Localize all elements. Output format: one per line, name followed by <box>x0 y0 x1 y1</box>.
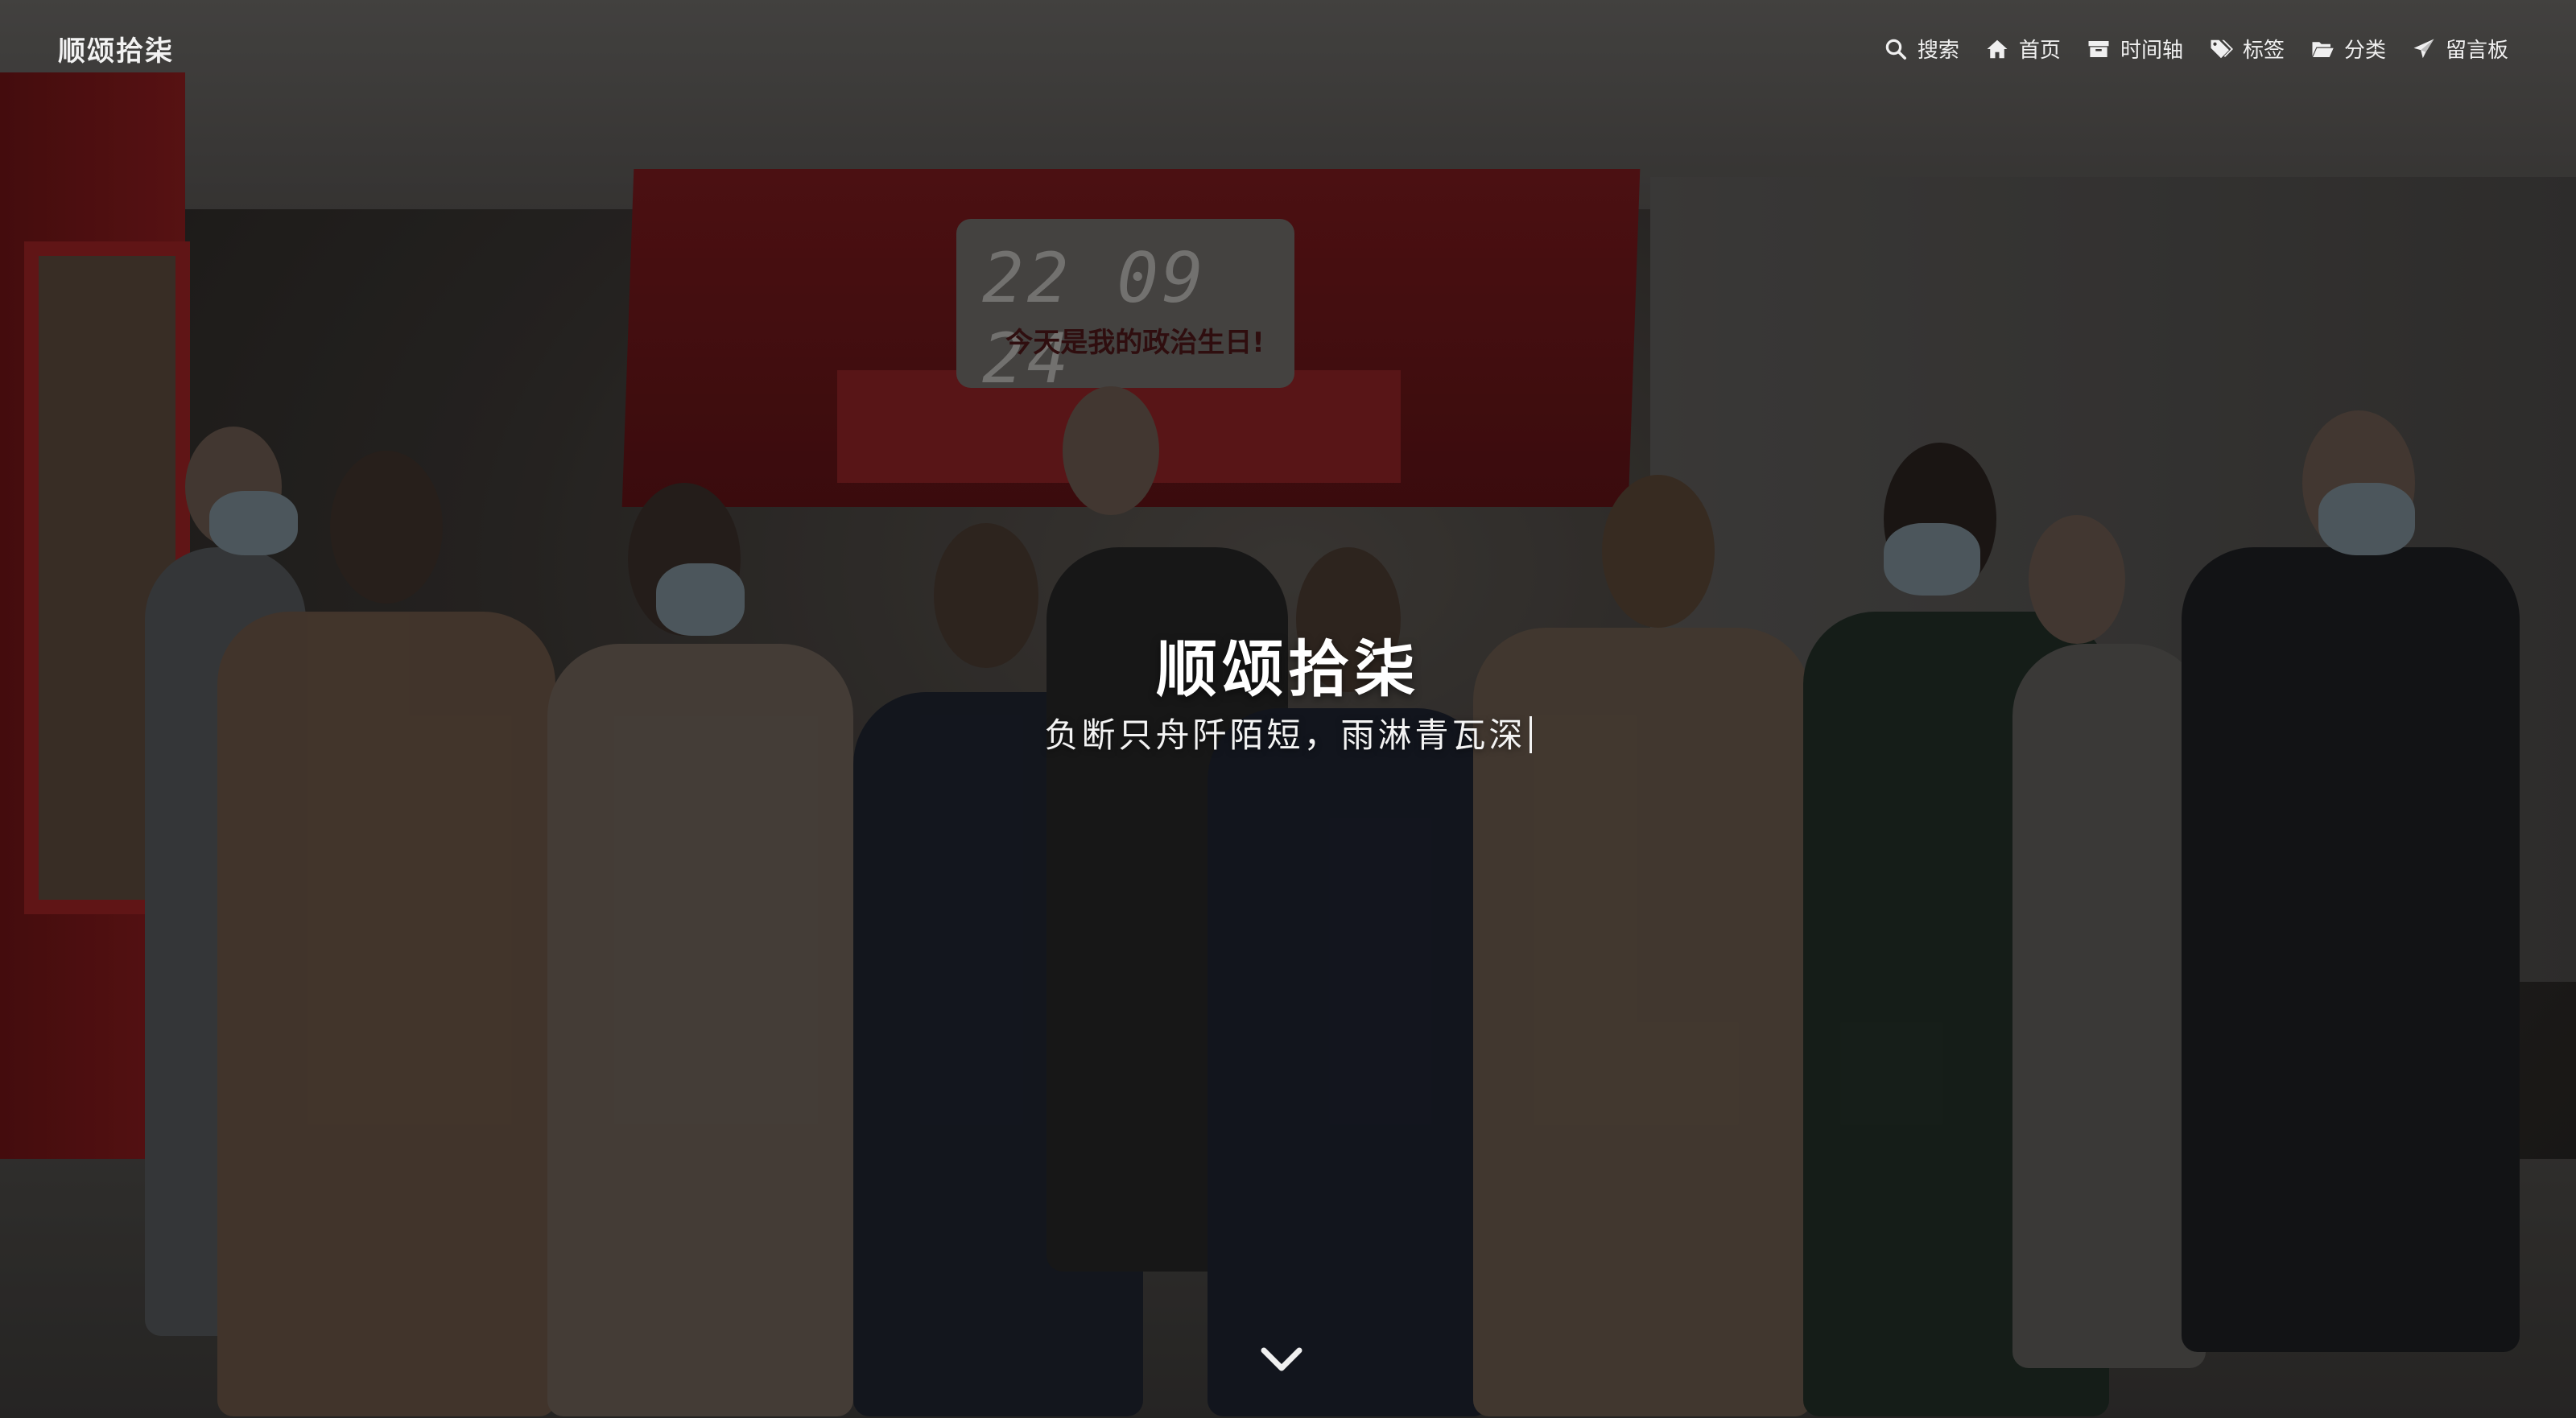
scroll-down-button[interactable] <box>1257 1342 1306 1378</box>
nav-item-tags[interactable]: 标签 <box>2209 34 2285 64</box>
nav-item-label: 标签 <box>2242 39 2285 63</box>
nav-item-guestbook[interactable]: 留言板 <box>2412 34 2508 64</box>
site-header: 顺颂拾柒 搜索 首页 时间轴 标签 分类 留言板 <box>0 0 2576 100</box>
hero-title: 顺颂拾柒 <box>1156 633 1420 705</box>
nav-item-label: 时间轴 <box>2120 39 2183 63</box>
main-nav: 搜索 首页 时间轴 标签 分类 留言板 <box>1884 34 2508 64</box>
nav-item-label: 首页 <box>2018 39 2061 63</box>
nav-item-home[interactable]: 首页 <box>1985 34 2061 64</box>
nav-item-search[interactable]: 搜索 <box>1884 34 1959 64</box>
archive-icon <box>2087 37 2111 61</box>
typing-cursor <box>1529 716 1532 753</box>
folder-open-icon <box>2310 37 2334 61</box>
hero-subtitle: 负断只舟阡陌短，雨淋青瓦深 <box>0 708 2576 757</box>
search-icon <box>1884 37 1908 61</box>
home-icon <box>1985 37 2009 61</box>
chevron-down-icon <box>1261 1347 1302 1371</box>
nav-item-label: 分类 <box>2343 39 2386 63</box>
nav-item-timeline[interactable]: 时间轴 <box>2087 34 2183 64</box>
paper-plane-icon <box>2412 37 2436 61</box>
site-brand[interactable]: 顺颂拾柒 <box>58 29 174 68</box>
nav-item-label: 搜索 <box>1917 39 1959 63</box>
tags-icon <box>2209 37 2233 61</box>
hero-section: 22 09 24 今天是我的政治生日! 顺颂拾柒 搜索 首页 时间轴 标签 分类… <box>0 0 2576 1418</box>
nav-item-categories[interactable]: 分类 <box>2310 34 2386 64</box>
nav-item-label: 留言板 <box>2445 39 2508 63</box>
hero-subtitle-text: 负断只舟阡陌短，雨淋青瓦深 <box>1044 715 1526 755</box>
